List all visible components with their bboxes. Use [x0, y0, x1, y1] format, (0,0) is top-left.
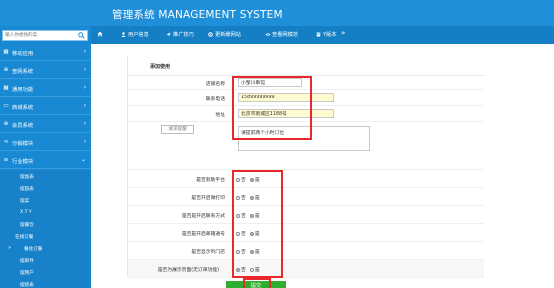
double-chevron-icon: »	[8, 245, 12, 251]
highlight-box-text-fields	[232, 76, 312, 140]
field-label: 是否显示列门店	[191, 250, 225, 255]
form-row-q2: 是否开启微打印 否 是	[128, 188, 484, 206]
double-chevron-icon: »	[341, 29, 346, 37]
notes-label-button[interactable]: 请求提醒	[161, 125, 194, 134]
field-label: 是否为展示页面(无订单功能)	[157, 268, 219, 273]
nav-label: 用户信息	[128, 32, 149, 38]
highlight-box-radio-options	[232, 170, 283, 278]
chevron-right-icon: ›	[83, 120, 86, 127]
field-label: 是否开启微打印	[191, 196, 225, 201]
sidebar-search	[2, 30, 88, 41]
grid-icon: ▦	[3, 85, 9, 91]
sidebar: ▦ 移动应用 › ⊕ 查网系统 › ▦ 通用功能 › ▭ 商城系统 › ⊕ 会员…	[0, 26, 91, 288]
gear-icon	[208, 32, 213, 37]
chevron-right-icon: ›	[83, 84, 86, 91]
nav-label: 更新缓网站	[215, 32, 241, 38]
nav-view-site[interactable]: 查看网模范	[265, 31, 298, 38]
top-header: 管理系统 MANAGEMENT SYSTEM	[0, 0, 554, 26]
submenu-item[interactable]: 摆邮件	[20, 258, 34, 264]
submenu-item[interactable]: 摆菜	[20, 198, 29, 204]
grid-icon: ▦	[3, 49, 9, 55]
list-icon: ≡	[3, 157, 9, 163]
home-nav-button[interactable]	[97, 31, 103, 37]
share-icon: ⋖	[3, 139, 9, 145]
chevron-right-icon: ›	[83, 48, 86, 55]
nav-more-button[interactable]: »	[341, 29, 345, 37]
chevron-right-icon: ›	[83, 66, 86, 73]
eye-icon	[265, 32, 271, 37]
field-label: 联系电话	[205, 97, 225, 102]
submenu-item-active[interactable]: 餐住订餐	[24, 246, 42, 252]
search-input[interactable]	[3, 31, 77, 40]
submenu-item[interactable]: 摆园表	[20, 186, 34, 192]
globe-icon: ⊕	[3, 67, 9, 73]
form-row-q6: 是否为展示页面(无订单功能) 否 是	[128, 260, 484, 278]
inbox-icon: ▭	[3, 103, 9, 109]
submenu-item[interactable]: 摆接表	[20, 282, 34, 288]
nav-label: 查看网模范	[272, 32, 298, 38]
sidebar-item-industry-modules[interactable]: ≡ 行业模块 ⌄	[0, 152, 91, 169]
home-icon	[97, 31, 103, 37]
submenu-item[interactable]: 摆用户	[20, 270, 34, 276]
submenu-item[interactable]: 在线订餐	[15, 234, 33, 240]
form-row-q3: 是否是开启联系方式 否 是	[128, 206, 484, 224]
field-label: 地址	[215, 113, 225, 118]
nav-user-info[interactable]: 用户信息	[121, 31, 149, 38]
sidebar-item-common-functions[interactable]: ▦ 通用功能 ›	[0, 80, 91, 97]
search-icon[interactable]	[78, 32, 85, 39]
sidebar-item-shop-system[interactable]: ▭ 商城系统 ›	[0, 98, 91, 115]
submenu-item[interactable]: 摆餐饮	[20, 222, 34, 228]
nav-promo-tips[interactable]: 推广技巧	[166, 31, 194, 38]
section-title: 添加使用	[150, 64, 171, 70]
form-row-q5: 是否显示列门店 否 是	[128, 242, 484, 260]
globe-icon: ⊕	[3, 121, 9, 127]
doc-icon	[316, 32, 321, 37]
field-label: 是否就助平台	[196, 178, 225, 183]
sidebar-item-distribution[interactable]: ⋖ 分销模块 ›	[0, 134, 91, 151]
chevron-right-icon: ›	[83, 102, 86, 109]
nav-version[interactable]: Y版本	[316, 31, 337, 38]
user-icon	[121, 32, 126, 37]
field-label: 是否是开启邮箱通号	[181, 232, 225, 237]
form-row-q1: 是否就助平台 否 是	[128, 170, 484, 188]
main-content: 添加使用 店铺名称 联系电话 地址 请求提醒 请提前两个小时订位 是否就助平台 …	[91, 44, 554, 288]
field-label: 店铺名称	[205, 82, 225, 87]
industry-submenu: 摆副表 摆园表 摆菜 X T Y 摆餐饮 在线订餐 » 餐住订餐 摆邮件 摆用户…	[0, 170, 91, 288]
nav-label: 推广技巧	[173, 32, 194, 38]
top-nav: 用户信息 推广技巧 更新缓网站 查看网模范 Y版本 »	[91, 26, 554, 44]
highlight-box-submit	[243, 278, 271, 288]
sidebar-item-mobile-apps[interactable]: ▦ 移动应用 ›	[0, 44, 91, 61]
form-panel: 添加使用 店铺名称 联系电话 地址 请求提醒 请提前两个小时订位 是否就助平台 …	[127, 56, 484, 288]
nav-label: Y版本	[323, 32, 337, 38]
chevron-right-icon: ›	[83, 138, 86, 145]
sidebar-item-member-system[interactable]: ⊕ 会员系统 ›	[0, 116, 91, 133]
form-row-q4: 是否是开启邮箱通号 否 是	[128, 224, 484, 242]
field-label: 是否是开启联系方式	[181, 214, 225, 219]
sidebar-item-web-system[interactable]: ⊕ 查网系统 ›	[0, 62, 91, 79]
send-icon	[166, 32, 171, 37]
app-title: 管理系统 MANAGEMENT SYSTEM	[112, 9, 283, 21]
chevron-down-icon: ⌄	[80, 156, 86, 163]
nav-update-site[interactable]: 更新缓网站	[208, 31, 241, 38]
submenu-item[interactable]: 摆副表	[20, 174, 34, 180]
submenu-item[interactable]: X T Y	[20, 210, 32, 215]
